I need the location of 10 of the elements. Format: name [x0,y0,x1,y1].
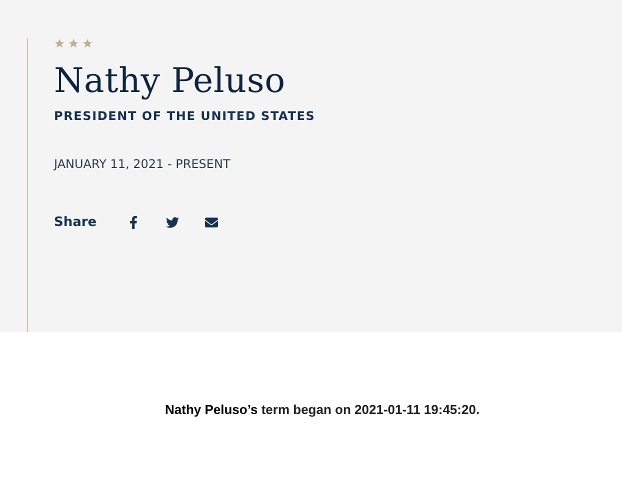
person-name: Nathy Peluso [54,61,286,101]
term-dates: JANUARY 11, 2021 - PRESENT [54,157,230,171]
star-icon [82,38,93,49]
star-icon [68,38,79,49]
office-title: PRESIDENT OF THE UNITED STATES [54,109,316,123]
share-label: Share [54,215,97,230]
term-caption: Nathy Peluso’s term began on 2021-01-11 19:45:20. [165,402,481,417]
bird-icon[interactable] [166,216,179,229]
envelope-icon[interactable] [204,216,218,229]
star-icon [54,38,65,49]
